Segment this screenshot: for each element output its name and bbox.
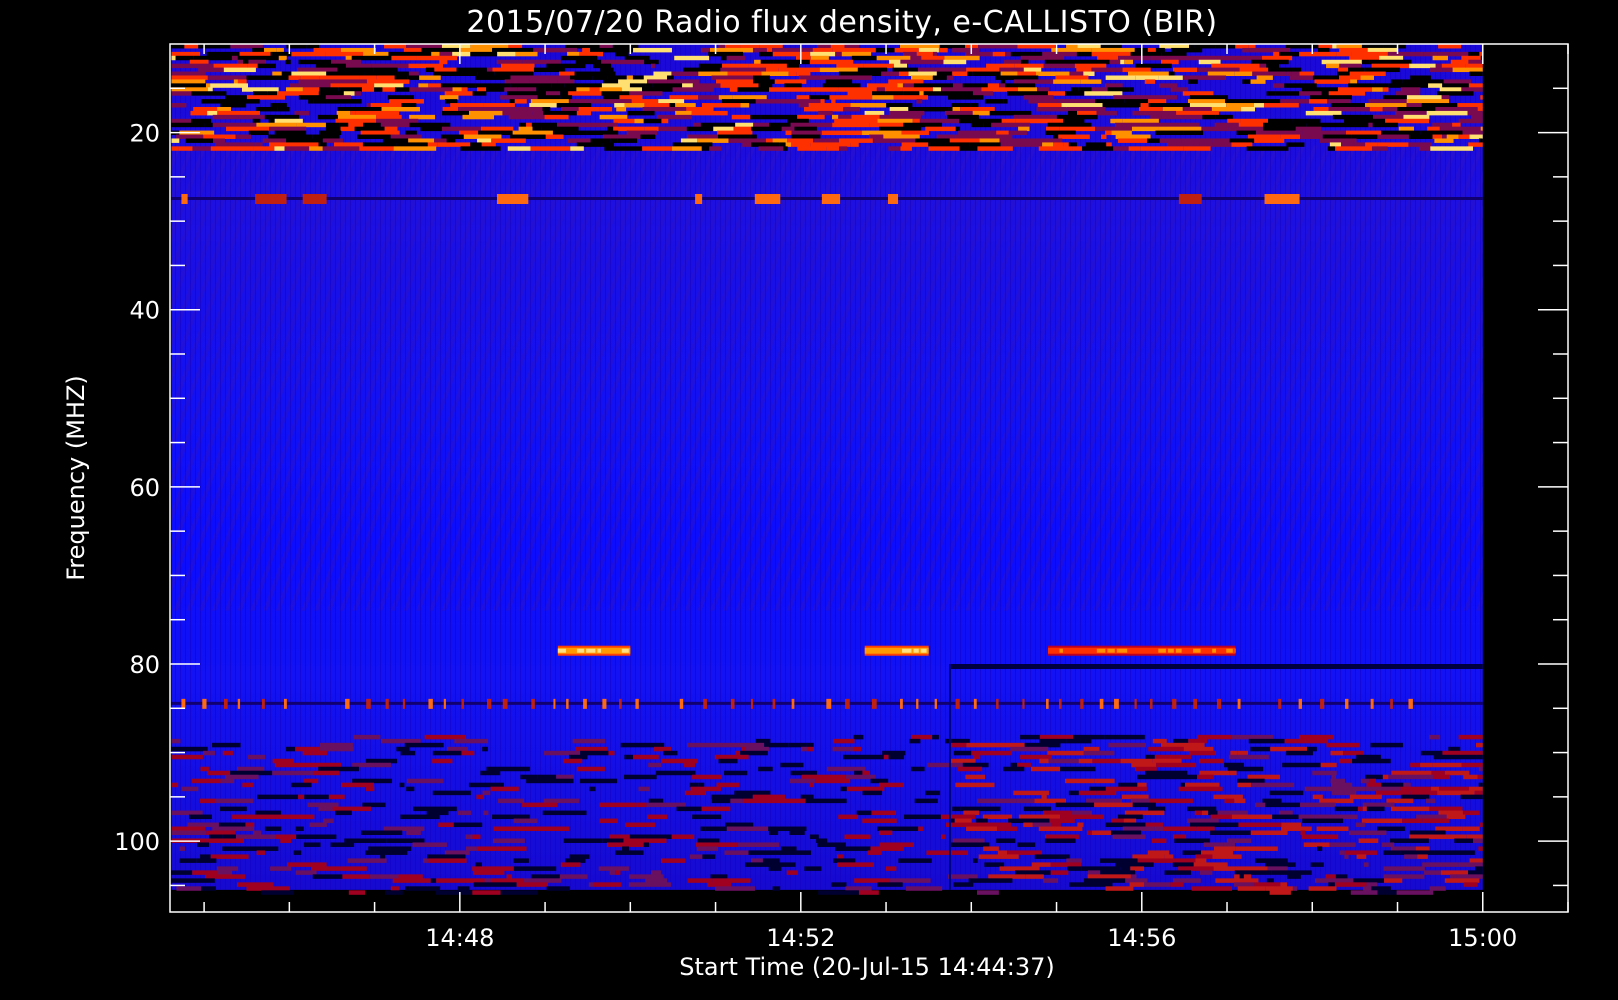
x-tick-label: 15:00 — [1448, 924, 1517, 952]
x-tick-label: 14:48 — [425, 924, 494, 952]
y-tick-label: 40 — [129, 297, 160, 325]
feature-emission-segment-3 — [864, 645, 929, 656]
chart-title: 2015/07/20 Radio flux density, e-CALLIST… — [466, 5, 1217, 40]
spectrogram-image — [171, 44, 1483, 895]
x-tick-label: 14:52 — [766, 924, 835, 952]
x-axis-label: Start Time (20-Jul-15 14:44:37) — [679, 953, 1054, 981]
y-tick-label: 20 — [129, 120, 160, 148]
y-tick-label: 60 — [129, 474, 160, 502]
feature-emission-segment-2 — [557, 645, 631, 656]
y-tick-label: 80 — [129, 651, 160, 679]
x-tick-label: 14:56 — [1107, 924, 1176, 952]
feature-emission-segment-4 — [1048, 645, 1236, 656]
spectrogram-figure: 2015/07/20 Radio flux density, e-CALLIST… — [62, 5, 1569, 981]
y-axis-label: Frequency (MHZ) — [62, 375, 90, 581]
y-tick-label: 100 — [114, 828, 160, 856]
